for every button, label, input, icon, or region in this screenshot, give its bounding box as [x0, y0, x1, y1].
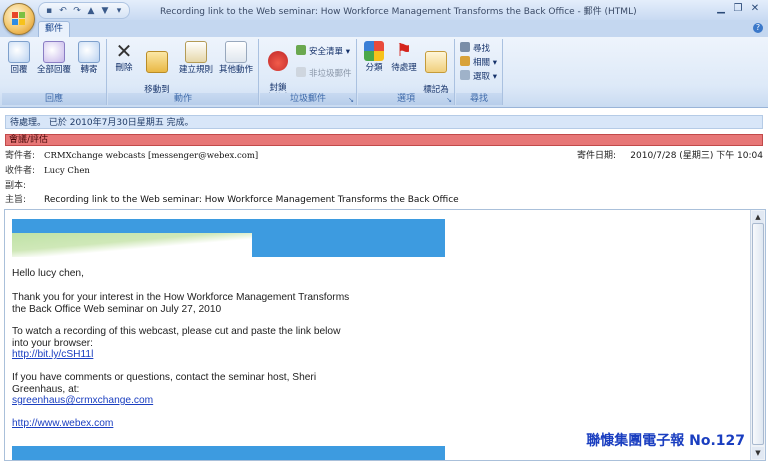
- previous-item-icon[interactable]: ▲: [85, 5, 97, 17]
- minimize-icon[interactable]: ▁: [714, 2, 728, 15]
- group-actions: ✕ 刪除 移動到 資料夾 建立規則 其他動作 動作: [108, 39, 259, 105]
- header-cc-row: 副本:: [5, 179, 763, 193]
- delete-icon: ✕: [115, 39, 133, 63]
- ribbon-tab-row: 郵件 ?: [0, 20, 768, 38]
- header-from-row: 寄件者: CRMXchange webcasts [messenger@webe…: [5, 149, 763, 163]
- paragraph-3-line-1: If you have comments or questions, conta…: [12, 372, 317, 383]
- move-folder-icon: [146, 51, 168, 73]
- header-banner: [12, 219, 445, 257]
- group-label-junk: 垃圾郵件: [260, 93, 356, 105]
- mark-unread-icon: [425, 51, 447, 73]
- group-options: 分類 ⚑ 待處理 標記為 未讀取 選項 ↘: [358, 39, 455, 105]
- follow-up-button[interactable]: ⚑ 待處理: [390, 40, 418, 74]
- to-label: 收件者:: [5, 166, 36, 176]
- group-respond: 回覆 全部回覆 轉寄 回應: [2, 39, 107, 105]
- subject-value: Recording link to the Web seminar: How W…: [44, 195, 459, 205]
- tab-message[interactable]: 郵件: [38, 21, 70, 38]
- window-title: Recording link to the Web seminar: How W…: [160, 7, 637, 17]
- paragraph-3-line-2: Greenhaus, at:: [12, 384, 80, 395]
- junk-dialog-launcher-icon[interactable]: ↘: [348, 96, 354, 104]
- greeting: Hello lucy chen,: [12, 268, 84, 279]
- other-actions-icon: [225, 41, 247, 63]
- reply-icon: [8, 41, 30, 63]
- select-icon: [460, 70, 470, 80]
- from-label: 寄件者:: [5, 151, 36, 161]
- find-icon: [460, 42, 470, 52]
- webex-link[interactable]: http://www.webex.com: [12, 418, 113, 429]
- block-sender-icon: [268, 51, 288, 71]
- redo-icon[interactable]: ↷: [71, 5, 83, 17]
- sent-value: 2010/7/28 (星期三) 下午 10:04: [630, 151, 763, 161]
- not-junk-button[interactable]: 非垃圾郵件: [296, 67, 352, 80]
- group-label-actions: 動作: [108, 93, 258, 105]
- related-icon: [460, 56, 470, 66]
- to-value[interactable]: Lucy Chen: [44, 164, 90, 178]
- header-to-row: 收件者: Lucy Chen: [5, 164, 763, 178]
- not-junk-icon: [296, 67, 306, 77]
- group-label-options: 選項: [358, 93, 454, 105]
- from-value[interactable]: CRMXchange webcasts [messenger@webex.com…: [44, 149, 258, 163]
- reply-all-icon: [43, 41, 65, 63]
- safe-lists-button[interactable]: 安全清單 ▾: [296, 45, 350, 58]
- group-junk-email: 封鎖 寄件者 安全清單 ▾ 非垃圾郵件 垃圾郵件 ↘: [260, 39, 357, 105]
- restore-icon[interactable]: ❐: [731, 2, 745, 15]
- recording-link[interactable]: http://bit.ly/cSH11l: [12, 349, 93, 360]
- office-logo-icon: [12, 12, 26, 26]
- host-email-link[interactable]: sgreenhaus@crmxchange.com: [12, 395, 153, 406]
- email-body-pane: Hello lucy chen, Thank you for your inte…: [4, 209, 766, 461]
- find-button[interactable]: 尋找: [460, 42, 490, 55]
- info-bar[interactable]: 待處理。 已於 2010年7月30日星期五 完成。: [5, 115, 763, 129]
- cc-label: 副本:: [5, 181, 27, 191]
- close-icon[interactable]: ✕: [748, 2, 762, 15]
- paragraph-1-line-1: Thank you for your interest in the How W…: [12, 292, 350, 303]
- title-bar: ▪ ↶ ↷ ▲ ▼ ▾ Recording link to the Web se…: [0, 0, 768, 21]
- watermark: 聯慷集團電子報 No.127: [586, 433, 745, 449]
- banner-wedge: [12, 233, 252, 257]
- paragraph-1-line-2: the Back Office Web seminar on July 27, …: [12, 304, 222, 315]
- scroll-down-icon[interactable]: ▼: [752, 447, 764, 459]
- reply-button[interactable]: 回覆: [4, 41, 34, 75]
- create-rule-icon: [185, 41, 207, 63]
- group-find: 尋找 相關 ▾ 選取 ▾ 尋找: [456, 39, 503, 105]
- group-label-find: 尋找: [456, 93, 502, 105]
- category-bar: 會議/評估: [5, 134, 763, 146]
- categorize-button[interactable]: 分類: [360, 41, 388, 73]
- safe-lists-icon: [296, 45, 306, 55]
- paragraph-2-line-1: To watch a recording of this webcast, pl…: [12, 326, 341, 337]
- scroll-up-icon[interactable]: ▲: [752, 211, 764, 223]
- group-label-respond: 回應: [2, 93, 106, 105]
- reply-all-button[interactable]: 全部回覆: [36, 41, 72, 75]
- quick-access-toolbar: ▪ ↶ ↷ ▲ ▼ ▾: [38, 2, 130, 19]
- vertical-scrollbar[interactable]: ▲ ▼: [750, 210, 765, 460]
- forward-icon: [78, 41, 100, 63]
- office-button[interactable]: [3, 3, 35, 35]
- select-button[interactable]: 選取 ▾: [460, 70, 497, 83]
- follow-up-flag-icon: ⚑: [395, 40, 413, 61]
- subject-label: 主旨:: [5, 195, 27, 205]
- undo-icon[interactable]: ↶: [57, 5, 69, 17]
- save-icon[interactable]: ▪: [43, 5, 55, 17]
- customize-qat-icon[interactable]: ▾: [113, 5, 125, 17]
- scroll-thumb[interactable]: [752, 223, 764, 445]
- help-icon[interactable]: ?: [753, 23, 763, 33]
- paragraph-2-line-2: into your browser:: [12, 338, 93, 349]
- forward-button[interactable]: 轉寄: [74, 41, 104, 75]
- next-item-icon[interactable]: ▼: [99, 5, 111, 17]
- categorize-icon: [364, 41, 384, 61]
- options-dialog-launcher-icon[interactable]: ↘: [446, 96, 452, 104]
- create-rule-button[interactable]: 建立規則: [176, 41, 216, 75]
- footer-banner: [12, 446, 445, 460]
- ribbon: 回覆 全部回覆 轉寄 回應 ✕ 刪除 移動到 資料夾 建立規則 其他動作 動作: [0, 37, 768, 108]
- delete-button[interactable]: ✕ 刪除: [110, 41, 138, 73]
- message-pane: 待處理。 已於 2010年7月30日星期五 完成。 會議/評估 寄件者: CRM…: [0, 108, 768, 461]
- related-button[interactable]: 相關 ▾: [460, 56, 497, 69]
- sent-label: 寄件日期:: [576, 151, 616, 161]
- header-subject-row: 主旨: Recording link to the Web seminar: H…: [5, 193, 763, 207]
- other-actions-button[interactable]: 其他動作: [216, 41, 256, 75]
